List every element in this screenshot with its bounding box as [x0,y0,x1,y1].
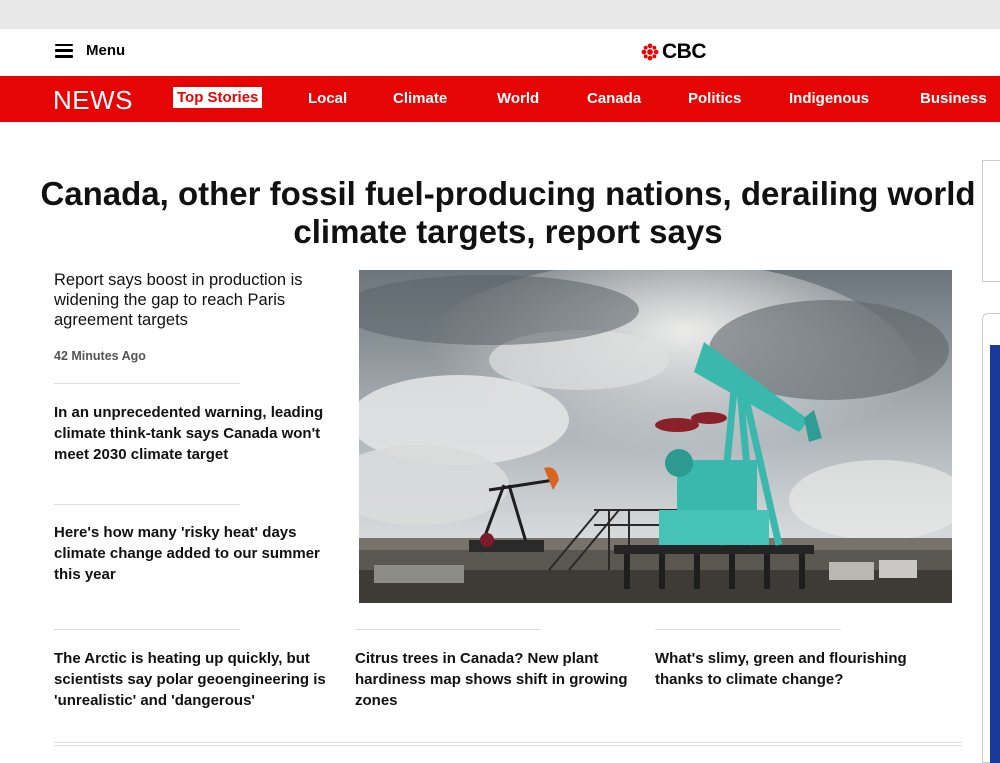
divider [355,629,541,630]
divider [54,504,240,505]
hero-image[interactable] [359,270,952,603]
story-subheadline: Report says boost in production is widen… [54,271,303,329]
oil-pumpjack-photo-icon [359,270,952,603]
hamburger-icon [55,43,73,58]
section-divider [54,745,962,746]
nav-item-world[interactable]: World [497,90,539,107]
cbc-gem-icon [641,43,659,61]
nav-item-canada[interactable]: Canada [587,90,641,107]
menu-button[interactable]: Menu [55,42,125,59]
news-nav-bar: NEWS Top Stories Local Climate World Can… [0,76,1000,122]
nav-item-business[interactable]: Business [920,90,987,107]
menu-label: Menu [86,42,126,59]
divider [54,629,240,630]
related-story-2[interactable]: Here's how many 'risky heat' days climat… [54,522,339,585]
nav-item-indigenous[interactable]: Indigenous [789,90,869,107]
divider [655,629,841,630]
nav-item-climate[interactable]: Climate [393,90,447,107]
browser-chrome-bar [0,0,1000,29]
section-divider [54,742,962,743]
nav-item-top-stories[interactable]: Top Stories [173,87,263,108]
divider [54,383,240,384]
related-story-5[interactable]: What's slimy, green and flourishing than… [655,648,935,690]
nav-item-local[interactable]: Local [308,90,347,107]
cbc-logo[interactable]: CBC [641,40,707,64]
nav-item-politics[interactable]: Politics [688,90,741,107]
related-story-4[interactable]: Citrus trees in Canada? New plant hardin… [355,648,645,711]
related-story-3[interactable]: The Arctic is heating up quickly, but sc… [54,648,339,711]
news-section-title[interactable]: NEWS [53,85,133,116]
top-bar: Menu CBC [0,29,1000,76]
sidebar-ad-blue [990,345,1000,763]
sidebar-panel-edge [982,160,1000,282]
cbc-logo-text: CBC [662,40,707,63]
story-timestamp: 42 Minutes Ago [54,349,146,363]
page-headline[interactable]: Canada, other fossil fuel-producing nati… [0,175,1000,251]
related-story-1[interactable]: In an unprecedented warning, leading cli… [54,402,324,465]
